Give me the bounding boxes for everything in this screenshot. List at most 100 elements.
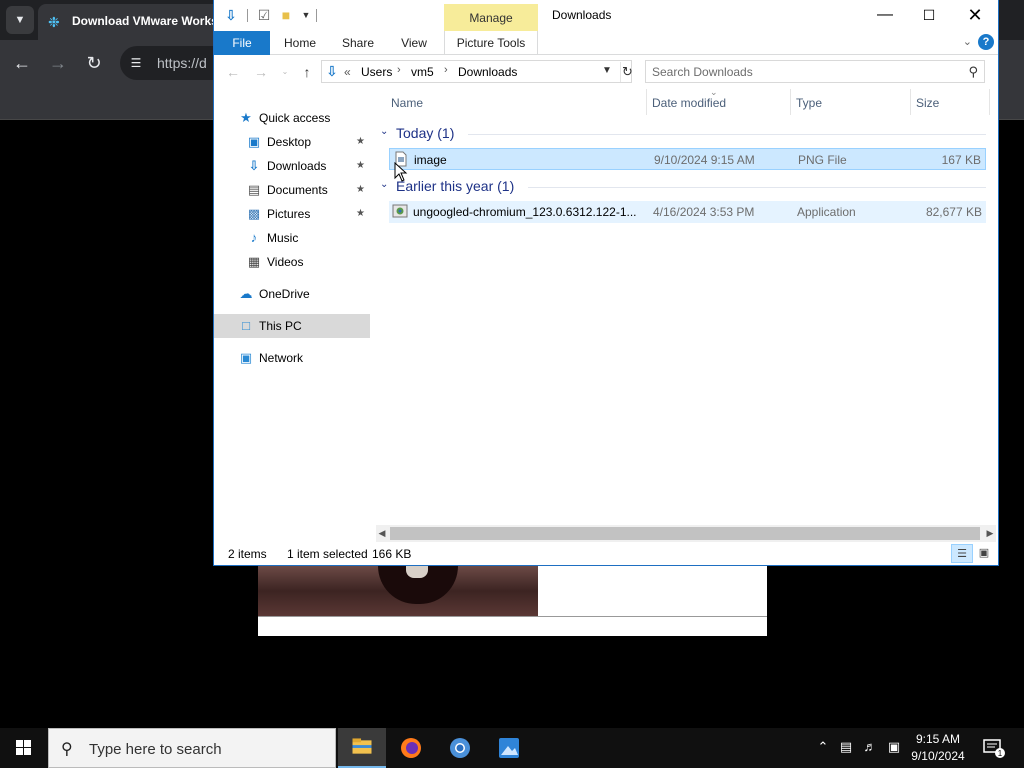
column-separator[interactable] bbox=[910, 89, 911, 115]
page-divider bbox=[258, 616, 767, 617]
collapse-chevron-icon[interactable]: ⌄ bbox=[380, 179, 388, 190]
group-label: Today (1) bbox=[396, 125, 455, 141]
file-explorer-taskbar-icon[interactable] bbox=[338, 728, 386, 768]
search-input[interactable] bbox=[652, 64, 952, 80]
large-icons-view-icon[interactable]: ▣ bbox=[973, 544, 995, 563]
pictures-icon: ▩ bbox=[247, 206, 261, 221]
manage-context-tab[interactable]: Manage bbox=[444, 4, 538, 31]
properties-icon[interactable]: ☑ bbox=[255, 6, 273, 24]
search-box[interactable]: ⚲ bbox=[645, 60, 985, 83]
file-name: image bbox=[414, 153, 447, 167]
browser-reload-button[interactable]: ↻ bbox=[83, 52, 105, 74]
nav-onedrive[interactable]: ☁ OneDrive bbox=[214, 282, 370, 306]
firefox-icon[interactable] bbox=[387, 728, 435, 768]
page-photo bbox=[258, 566, 538, 616]
browser-forward-button[interactable]: → bbox=[47, 52, 69, 74]
taskbar-search-box[interactable]: ⚲ Type here to search bbox=[48, 728, 336, 768]
collapse-chevron-icon[interactable]: ⌄ bbox=[380, 126, 388, 137]
tab-home[interactable]: Home bbox=[276, 31, 324, 55]
group-header-today[interactable]: ⌄ Today (1) bbox=[378, 123, 998, 145]
column-separator[interactable] bbox=[646, 89, 647, 115]
group-header-earlier-this-year[interactable]: ⌄ Earlier this year (1) bbox=[378, 176, 998, 198]
nav-label: Pictures bbox=[267, 207, 311, 221]
column-header-size[interactable]: Size bbox=[916, 96, 939, 110]
nav-downloads[interactable]: ⇩ Downloads ★ bbox=[214, 154, 370, 178]
nav-label: Music bbox=[267, 231, 299, 245]
breadcrumb-vm5[interactable]: vm5 bbox=[411, 65, 434, 79]
ribbon-expand-chevron-icon[interactable]: ⌄ bbox=[963, 35, 972, 48]
file-list: Name ⌄ Date modified Type Size ⌄ Today (… bbox=[374, 87, 998, 521]
system-tray-icon[interactable]: ▣ bbox=[886, 739, 902, 755]
tab-file[interactable]: File bbox=[214, 31, 270, 55]
scrollbar-thumb[interactable] bbox=[390, 527, 980, 540]
details-view-icon[interactable]: ☰ bbox=[951, 544, 973, 563]
nav-quick-access[interactable]: ★ Quick access bbox=[214, 106, 370, 130]
browser-url: https://d bbox=[157, 55, 207, 71]
file-row-chromium[interactable]: ungoogled-chromium_123.0.6312.122-1.... … bbox=[389, 201, 986, 223]
tab-search-button[interactable]: ▼ bbox=[6, 6, 34, 34]
qat-customize-icon[interactable]: ▼ bbox=[297, 6, 315, 24]
nav-videos[interactable]: ▦ Videos bbox=[214, 250, 370, 274]
back-arrow-icon[interactable]: ← bbox=[224, 63, 242, 81]
nav-documents[interactable]: ▤ Documents ★ bbox=[214, 178, 370, 202]
nav-pictures[interactable]: ▩ Pictures ★ bbox=[214, 202, 370, 226]
nav-label: Documents bbox=[267, 183, 328, 197]
breadcrumb-overflow[interactable]: « bbox=[344, 65, 351, 79]
pin-icon[interactable]: ★ bbox=[356, 136, 365, 147]
horizontal-scrollbar[interactable]: ◀ ▶ bbox=[376, 525, 996, 542]
show-hidden-icons-chevron-icon[interactable]: ⌃ bbox=[815, 739, 831, 755]
address-dropdown-icon[interactable]: ▼ bbox=[602, 65, 612, 76]
help-icon[interactable]: ? bbox=[978, 34, 994, 50]
download-arrow-icon[interactable]: ⇩ bbox=[222, 6, 240, 24]
new-folder-icon[interactable]: ■ bbox=[277, 6, 295, 24]
minimize-button[interactable]: — bbox=[862, 0, 908, 31]
tab-share[interactable]: Share bbox=[334, 31, 382, 55]
column-separator[interactable] bbox=[790, 89, 791, 115]
photos-icon[interactable] bbox=[485, 728, 533, 768]
volume-muted-icon[interactable]: ♬ bbox=[862, 739, 878, 754]
breadcrumb-users[interactable]: Users bbox=[361, 65, 392, 79]
breadcrumb-chevron-icon[interactable]: › bbox=[397, 64, 401, 76]
chromium-icon[interactable] bbox=[436, 728, 484, 768]
browser-tab[interactable]: ❉ Download VMware Works bbox=[38, 4, 238, 40]
search-icon[interactable]: ⚲ bbox=[968, 64, 978, 80]
qat-separator bbox=[247, 9, 248, 22]
refresh-icon[interactable]: ↻ bbox=[620, 62, 634, 82]
column-header-type[interactable]: Type bbox=[796, 96, 822, 110]
site-info-icon[interactable]: ☰ bbox=[128, 55, 144, 71]
nav-this-pc[interactable]: □ This PC bbox=[214, 314, 370, 338]
breadcrumb-downloads[interactable]: Downloads bbox=[458, 65, 517, 79]
browser-back-button[interactable]: ← bbox=[11, 52, 33, 74]
nav-network[interactable]: ▣ Network bbox=[214, 346, 370, 370]
nav-desktop[interactable]: ▣ Desktop ★ bbox=[214, 130, 370, 154]
clock[interactable]: 9:15 AM 9/10/2024 bbox=[904, 731, 972, 765]
pin-icon[interactable]: ★ bbox=[356, 208, 365, 219]
forward-arrow-icon[interactable]: → bbox=[252, 63, 270, 81]
nav-label: Network bbox=[259, 351, 304, 365]
file-size: 167 KB bbox=[941, 153, 981, 167]
nav-music[interactable]: ♪ Music bbox=[214, 226, 370, 250]
recent-locations-chevron-icon[interactable]: ⌄ bbox=[276, 63, 294, 81]
column-separator[interactable] bbox=[989, 89, 990, 115]
search-icon: ⚲ bbox=[61, 741, 73, 758]
notification-icon[interactable]: 1 bbox=[980, 736, 1006, 760]
windows-start-icon[interactable] bbox=[0, 728, 48, 768]
pin-icon[interactable]: ★ bbox=[356, 160, 365, 171]
tab-picture-tools[interactable]: Picture Tools bbox=[444, 31, 538, 55]
group-label: Earlier this year (1) bbox=[396, 178, 515, 194]
scroll-right-icon[interactable]: ▶ bbox=[984, 527, 996, 540]
network-icon: ▣ bbox=[239, 350, 253, 365]
pin-icon[interactable]: ★ bbox=[356, 184, 365, 195]
maximize-button[interactable]: ☐ bbox=[906, 0, 952, 31]
breadcrumb-chevron-icon[interactable]: › bbox=[444, 64, 448, 76]
network-status-icon[interactable]: ▤ bbox=[838, 739, 854, 755]
close-button[interactable]: ✕ bbox=[952, 0, 998, 31]
clock-time: 9:15 AM bbox=[915, 732, 961, 746]
column-header-name[interactable]: Name bbox=[391, 96, 423, 110]
address-bar[interactable]: ⇩ « Users › vm5 › Downloads ▼ ↻ bbox=[321, 60, 634, 83]
tab-view[interactable]: View bbox=[392, 31, 436, 55]
column-header-date[interactable]: Date modified bbox=[652, 96, 726, 110]
file-row-image[interactable]: image 9/10/2024 9:15 AM PNG File 167 KB bbox=[389, 148, 986, 170]
up-arrow-icon[interactable]: ↑ bbox=[298, 63, 316, 81]
scroll-left-icon[interactable]: ◀ bbox=[376, 527, 388, 540]
